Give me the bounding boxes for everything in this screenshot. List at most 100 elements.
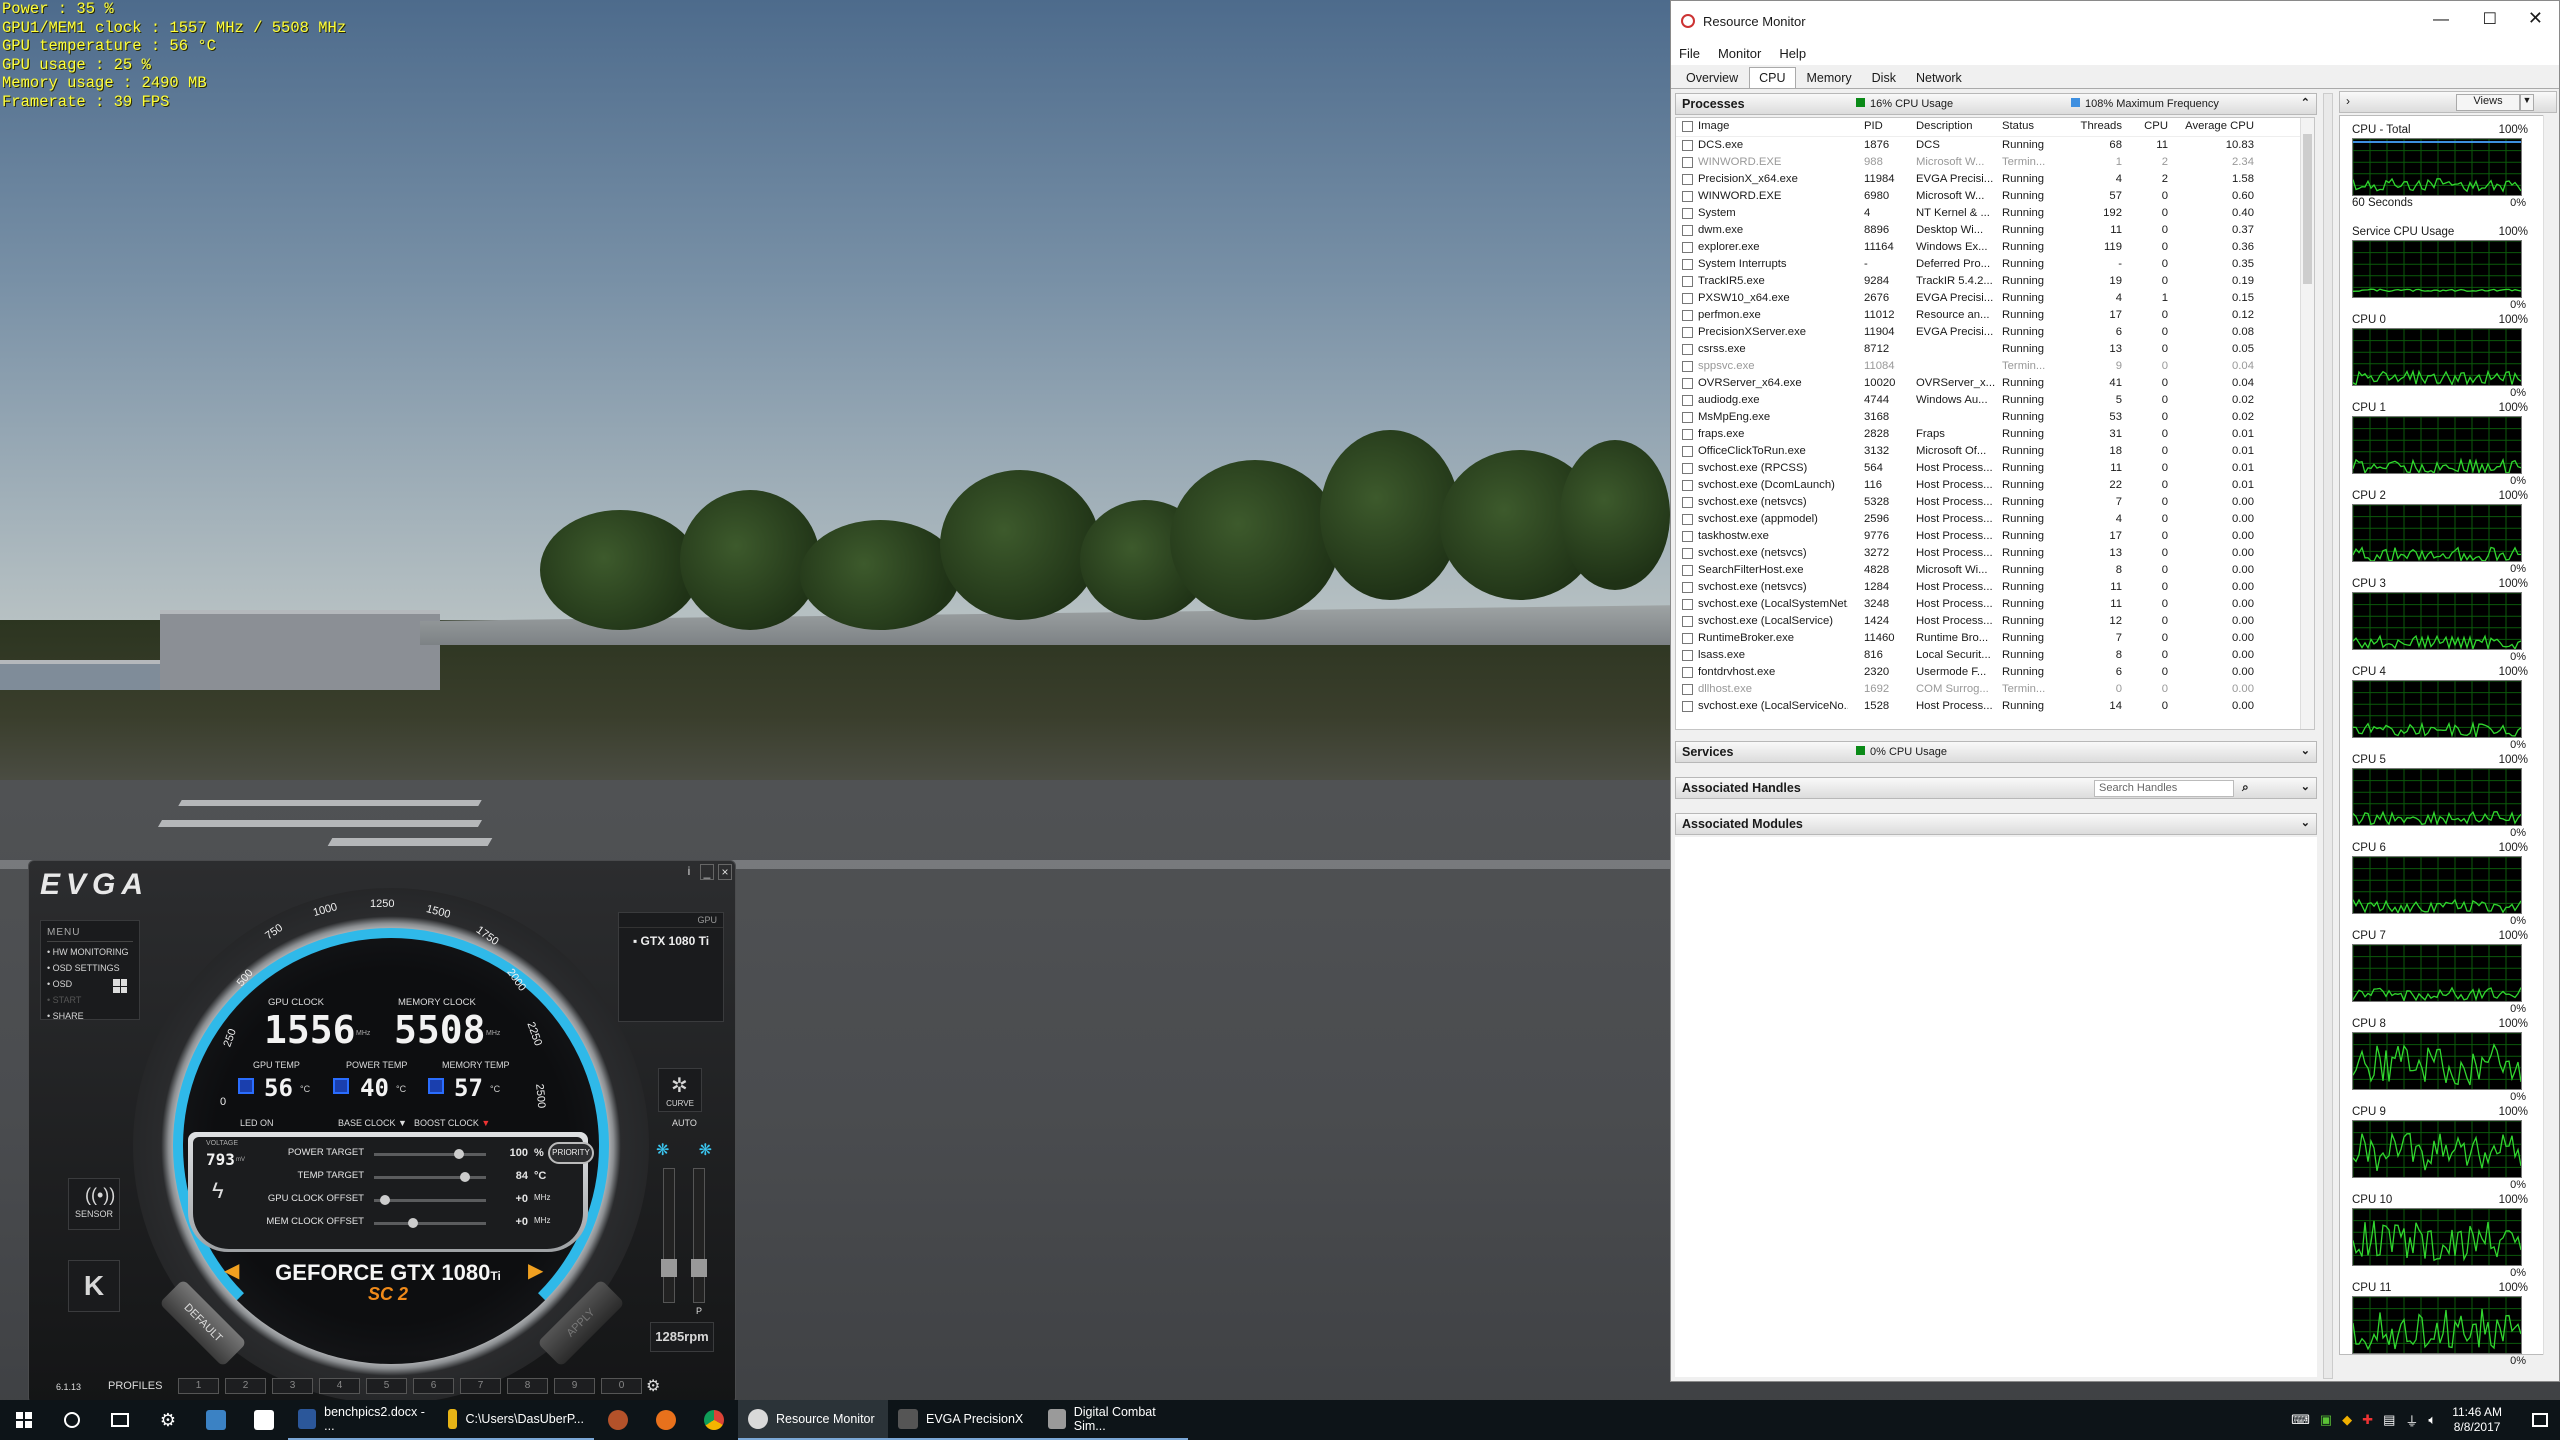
column-average-cpu[interactable]: Average CPU bbox=[2176, 120, 2254, 132]
table-row[interactable]: fontdrvhost.exe 2320 Usermode F... Running 6… bbox=[1676, 664, 2314, 681]
maximize-button[interactable]: ☐ bbox=[2483, 9, 2497, 29]
column-threads[interactable]: Threads bbox=[2068, 120, 2122, 132]
column-cpu[interactable]: CPU bbox=[2128, 120, 2168, 132]
profile-1[interactable]: 1 bbox=[178, 1378, 219, 1394]
tab-overview[interactable]: Overview bbox=[1677, 68, 1747, 88]
row-checkbox[interactable] bbox=[1682, 293, 1693, 304]
table-row[interactable]: RuntimeBroker.exe 11460 Runtime Bro... Runn… bbox=[1676, 630, 2314, 647]
table-row[interactable]: PrecisionX_x64.exe 11984 EVGA Precisi... Ru… bbox=[1676, 171, 2314, 188]
table-row[interactable]: svchost.exe (RPCSS) 564 Host Process... Run… bbox=[1676, 460, 2314, 477]
k-boost-button[interactable]: K bbox=[68, 1260, 120, 1312]
profile-6[interactable]: 6 bbox=[413, 1378, 454, 1394]
temp-target-slider[interactable] bbox=[374, 1172, 486, 1182]
tray-app-icon[interactable]: ◆ bbox=[2342, 1412, 2352, 1428]
table-row[interactable]: svchost.exe (appmodel) 2596 Host Process..… bbox=[1676, 511, 2314, 528]
table-row[interactable]: svchost.exe (netsvcs) 3272 Host Process...… bbox=[1676, 545, 2314, 562]
graphs-scrollbar[interactable] bbox=[2543, 115, 2557, 1355]
table-row[interactable]: SearchFilterHost.exe 4828 Microsoft Wi... R… bbox=[1676, 562, 2314, 579]
sensor-button[interactable]: SENSOR ((•)) bbox=[68, 1178, 120, 1230]
main-scrollbar[interactable] bbox=[2323, 93, 2333, 1379]
table-row[interactable]: OVRServer_x64.exe 10020 OVRServer_x... Runn… bbox=[1676, 375, 2314, 392]
menu-item-osd-settings[interactable]: • OSD SETTINGS bbox=[47, 960, 133, 976]
taskbar-app-precisionx[interactable]: EVGA PrecisionX bbox=[888, 1400, 1038, 1440]
taskbar-app-word[interactable]: benchpics2.docx - ... bbox=[288, 1400, 438, 1440]
close-button[interactable]: ✕ bbox=[2528, 8, 2543, 29]
row-checkbox[interactable] bbox=[1682, 191, 1693, 202]
taskbar-app-dcs[interactable]: Digital Combat Sim... bbox=[1038, 1400, 1188, 1440]
menu-item-start[interactable]: • START bbox=[47, 992, 133, 1008]
profile-5[interactable]: 5 bbox=[366, 1378, 407, 1394]
row-checkbox[interactable] bbox=[1682, 412, 1693, 423]
table-row[interactable]: WINWORD.EXE 6980 Microsoft W... Running 57 0 0… bbox=[1676, 188, 2314, 205]
table-row[interactable]: dwm.exe 8896 Desktop Wi... Running 11 0 0.37 bbox=[1676, 222, 2314, 239]
notification-button[interactable] bbox=[2520, 1400, 2560, 1440]
menu-item-hw-monitoring[interactable]: • HW MONITORING bbox=[47, 944, 133, 960]
select-all-checkbox[interactable] bbox=[1682, 121, 1693, 132]
table-row[interactable]: MsMpEng.exe 3168 Running 53 0 0.02 bbox=[1676, 409, 2314, 426]
table-row[interactable]: explorer.exe 11164 Windows Ex... Running 119… bbox=[1676, 239, 2314, 256]
menu-file[interactable]: File bbox=[1679, 46, 1700, 61]
table-row[interactable]: audiodg.exe 4744 Windows Au... Running 5 0 0.0… bbox=[1676, 392, 2314, 409]
table-row[interactable]: perfmon.exe 11012 Resource an... Running 17 0… bbox=[1676, 307, 2314, 324]
chrome-button[interactable] bbox=[690, 1400, 738, 1440]
column-description[interactable]: Description bbox=[1916, 120, 1996, 132]
row-checkbox[interactable] bbox=[1682, 582, 1693, 593]
pinned-app-button[interactable] bbox=[594, 1400, 642, 1440]
minimize-button[interactable]: _ bbox=[700, 864, 714, 880]
table-row[interactable]: System 4 NT Kernel & ... Running 192 0 0.40 bbox=[1676, 205, 2314, 222]
table-row[interactable]: lsass.exe 816 Local Securit... Running 8 0 0.0… bbox=[1676, 647, 2314, 664]
firefox-button[interactable] bbox=[642, 1400, 690, 1440]
taskbar-app-explorer[interactable]: C:\Users\DasUberP... bbox=[438, 1400, 594, 1440]
row-checkbox[interactable] bbox=[1682, 157, 1693, 168]
row-checkbox[interactable] bbox=[1682, 446, 1693, 457]
row-checkbox[interactable] bbox=[1682, 650, 1693, 661]
tray-app-icon[interactable]: ▣ bbox=[2320, 1412, 2332, 1428]
search-icon[interactable]: ⌕ bbox=[2242, 780, 2249, 795]
table-row[interactable]: TrackIR5.exe 9284 TrackIR 5.4.2... Running 1… bbox=[1676, 273, 2314, 290]
tray-volume-icon[interactable]: 🔈︎ bbox=[2428, 1412, 2436, 1428]
table-row[interactable]: sppsvc.exe 11084 Termin... 9 0 0.04 bbox=[1676, 358, 2314, 375]
views-dropdown-icon[interactable]: ▼ bbox=[2520, 94, 2534, 111]
close-button[interactable]: × bbox=[718, 864, 732, 880]
services-section-header[interactable]: Services 0% CPU Usage ⌄ bbox=[1675, 741, 2317, 763]
table-row[interactable]: csrss.exe 8712 Running 13 0 0.05 bbox=[1676, 341, 2314, 358]
table-row[interactable]: PrecisionXServer.exe 11904 EVGA Precisi...… bbox=[1676, 324, 2314, 341]
next-card-arrow[interactable]: ▶ bbox=[528, 1258, 543, 1283]
expand-arrow-icon[interactable]: › bbox=[2346, 94, 2350, 108]
settings-taskbar-button[interactable]: ⚙ bbox=[144, 1400, 192, 1440]
tray-usb-icon[interactable]: ⏚ bbox=[2405, 1411, 2418, 1430]
views-button[interactable]: Views bbox=[2456, 94, 2520, 111]
expand-icon[interactable]: ⌄ bbox=[2301, 744, 2310, 757]
taskbar-app-resource-monitor[interactable]: Resource Monitor bbox=[738, 1400, 888, 1440]
table-row[interactable]: dllhost.exe 1692 COM Surrog... Termin... 0 0 0… bbox=[1676, 681, 2314, 698]
tab-memory[interactable]: Memory bbox=[1798, 68, 1861, 88]
row-checkbox[interactable] bbox=[1682, 667, 1693, 678]
row-checkbox[interactable] bbox=[1682, 599, 1693, 610]
row-checkbox[interactable] bbox=[1682, 395, 1693, 406]
priority-button[interactable]: PRIORITY bbox=[548, 1142, 594, 1164]
table-row[interactable]: fraps.exe 2828 Fraps Running 31 0 0.01 bbox=[1676, 426, 2314, 443]
row-checkbox[interactable] bbox=[1682, 701, 1693, 712]
row-checkbox[interactable] bbox=[1682, 378, 1693, 389]
tray-keyboard-icon[interactable]: ⌨ bbox=[2291, 1412, 2310, 1428]
row-checkbox[interactable] bbox=[1682, 174, 1693, 185]
menu-help[interactable]: Help bbox=[1779, 46, 1806, 61]
column-status[interactable]: Status bbox=[2002, 120, 2057, 132]
row-checkbox[interactable] bbox=[1682, 497, 1693, 508]
led-on-toggle[interactable]: LED ON bbox=[240, 1118, 274, 1128]
minimize-button[interactable]: — bbox=[2433, 11, 2449, 29]
table-row[interactable]: svchost.exe (LocalServiceNo... 1528 Host P… bbox=[1676, 698, 2314, 715]
table-row[interactable]: svchost.exe (LocalService) 1424 Host Proce… bbox=[1676, 613, 2314, 630]
table-row[interactable]: svchost.exe (netsvcs) 5328 Host Process...… bbox=[1676, 494, 2314, 511]
profile-8[interactable]: 8 bbox=[507, 1378, 548, 1394]
row-checkbox[interactable] bbox=[1682, 480, 1693, 491]
profile-4[interactable]: 4 bbox=[319, 1378, 360, 1394]
handles-section-header[interactable]: Associated Handles Search Handles ⌕ ⌄ bbox=[1675, 777, 2317, 799]
info-icon[interactable]: i bbox=[682, 864, 696, 880]
clock[interactable]: 11:46 AM 8/8/2017 bbox=[2452, 1405, 2502, 1435]
row-checkbox[interactable] bbox=[1682, 310, 1693, 321]
table-row[interactable]: svchost.exe (LocalSystemNet... 3248 Host P… bbox=[1676, 596, 2314, 613]
task-view-button[interactable] bbox=[96, 1400, 144, 1440]
row-checkbox[interactable] bbox=[1682, 565, 1693, 576]
table-row[interactable]: PXSW10_x64.exe 2676 EVGA Precisi... Running… bbox=[1676, 290, 2314, 307]
